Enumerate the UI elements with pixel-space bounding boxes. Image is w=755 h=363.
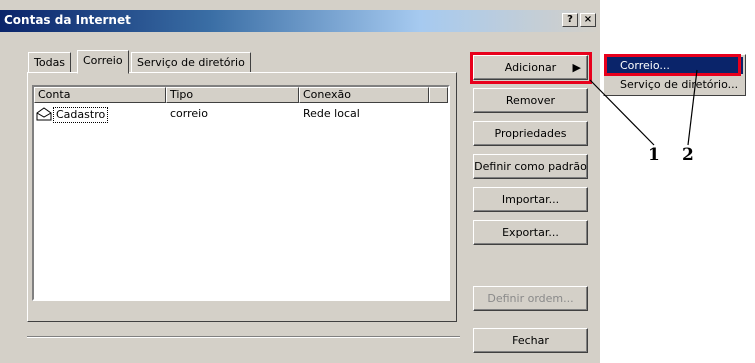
callout-line-2: [687, 69, 698, 146]
tab-correio[interactable]: Correio: [77, 50, 129, 74]
callout-number-1: 1: [648, 145, 660, 165]
callout-line-1: [589, 79, 655, 146]
callout-number-2: 2: [682, 145, 694, 165]
